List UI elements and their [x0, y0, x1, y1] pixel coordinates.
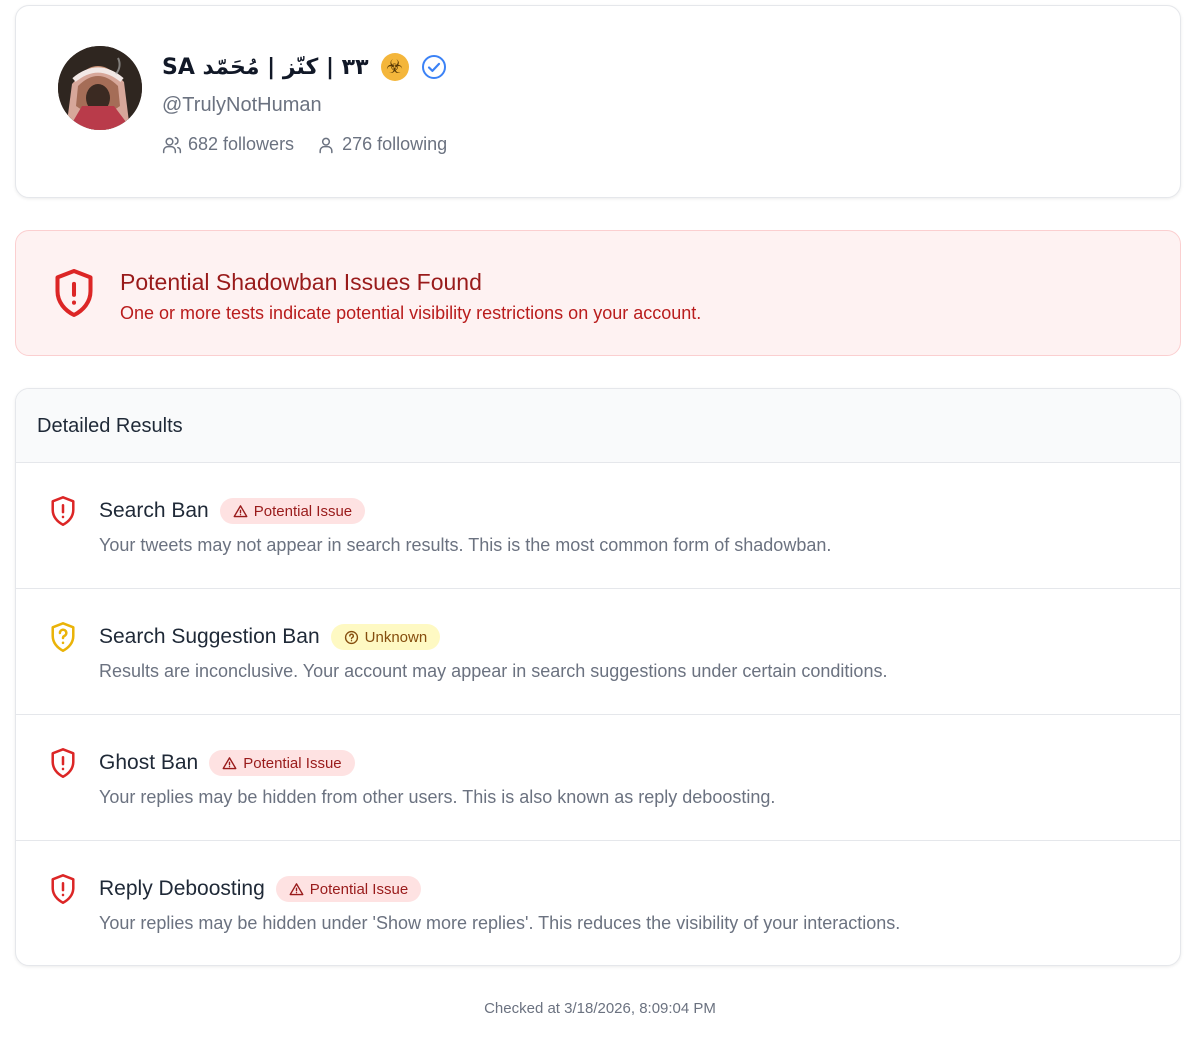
result-description: Your replies may be hidden from other us…: [99, 787, 776, 807]
result-title-line: Reply Deboosting Potential Issue: [99, 875, 422, 903]
result-title: Search Suggestion Ban: [99, 625, 320, 648]
result-description: Your tweets may not appear in search res…: [99, 535, 832, 555]
status-badge: Potential Issue: [219, 498, 366, 524]
result-title-line: Search Suggestion Ban Unknown: [99, 623, 441, 651]
warning-icon: [289, 882, 304, 895]
status-badge: Potential Issue: [275, 876, 422, 902]
result-title: Reply Deboosting: [99, 877, 265, 900]
shield-alert-icon: [55, 268, 93, 318]
status-badge-label: Potential Issue: [253, 502, 353, 520]
followers-stat[interactable]: 682 followers: [162, 134, 294, 155]
status-badge: Potential Issue: [209, 750, 355, 776]
verified-icon: [421, 54, 447, 80]
result-row-reply-deboosting: Reply Deboosting Potential Issue Your re…: [16, 841, 1180, 965]
help-circle-icon: [344, 630, 358, 644]
warning-icon: [233, 504, 248, 517]
user-icon: [319, 137, 333, 153]
result-row-ghost-ban: Ghost Ban Potential Issue Your replies m…: [16, 715, 1180, 841]
result-description: Results are inconclusive. Your account m…: [99, 661, 888, 681]
status-badge-label: Potential Issue: [309, 880, 409, 898]
shield-question-icon: [51, 622, 75, 652]
checked-at-timestamp: Checked at 3/18/2026, 8:09:04 PM: [484, 1000, 716, 1017]
profile-stats: 682 followers 276 following: [162, 134, 447, 155]
results-heading: Detailed Results: [16, 389, 1180, 463]
result-row-search-ban: Search Ban Potential Issue Your tweets m…: [16, 463, 1180, 589]
result-description: Your replies may be hidden under 'Show m…: [99, 913, 901, 933]
avatar[interactable]: [58, 46, 142, 130]
profile-card: SA ٣٣ | كنّز | مُحَمّد ☣ @TrulyNotHuman …: [15, 5, 1181, 198]
following-stat[interactable]: 276 following: [316, 134, 447, 155]
shield-alert-icon: [51, 874, 75, 904]
display-name: SA ٣٣ | كنّز | مُحَمّد: [162, 54, 369, 80]
users-icon: [162, 136, 182, 153]
following-count: 276 following: [342, 134, 448, 154]
followers-count: 682 followers: [188, 134, 295, 154]
result-title-line: Search Ban Potential Issue: [99, 497, 366, 525]
shield-alert-icon: [51, 748, 75, 778]
alert-text: One or more tests indicate potential vis…: [120, 303, 702, 323]
result-row-search-suggestion-ban: Search Suggestion Ban Unknown Results ar…: [16, 589, 1180, 715]
shield-alert-icon: [51, 496, 75, 526]
result-title: Ghost Ban: [99, 751, 199, 774]
status-badge: Unknown: [330, 624, 441, 650]
status-badge-label: Potential Issue: [243, 754, 342, 772]
result-title-line: Ghost Ban Potential Issue: [99, 749, 355, 777]
handle: @TrulyNotHuman: [162, 94, 322, 116]
shadowban-alert: Potential Shadowban Issues Found One or …: [15, 230, 1181, 356]
detailed-results: Detailed Results Search Ban Potential Is…: [15, 388, 1181, 966]
alert-title: Potential Shadowban Issues Found: [120, 269, 482, 295]
warning-icon: [222, 756, 237, 769]
result-title: Search Ban: [99, 499, 209, 522]
biohazard-icon: ☣: [380, 53, 409, 81]
status-badge-label: Unknown: [364, 628, 428, 646]
name-row: SA ٣٣ | كنّز | مُحَمّد ☣: [162, 50, 447, 84]
